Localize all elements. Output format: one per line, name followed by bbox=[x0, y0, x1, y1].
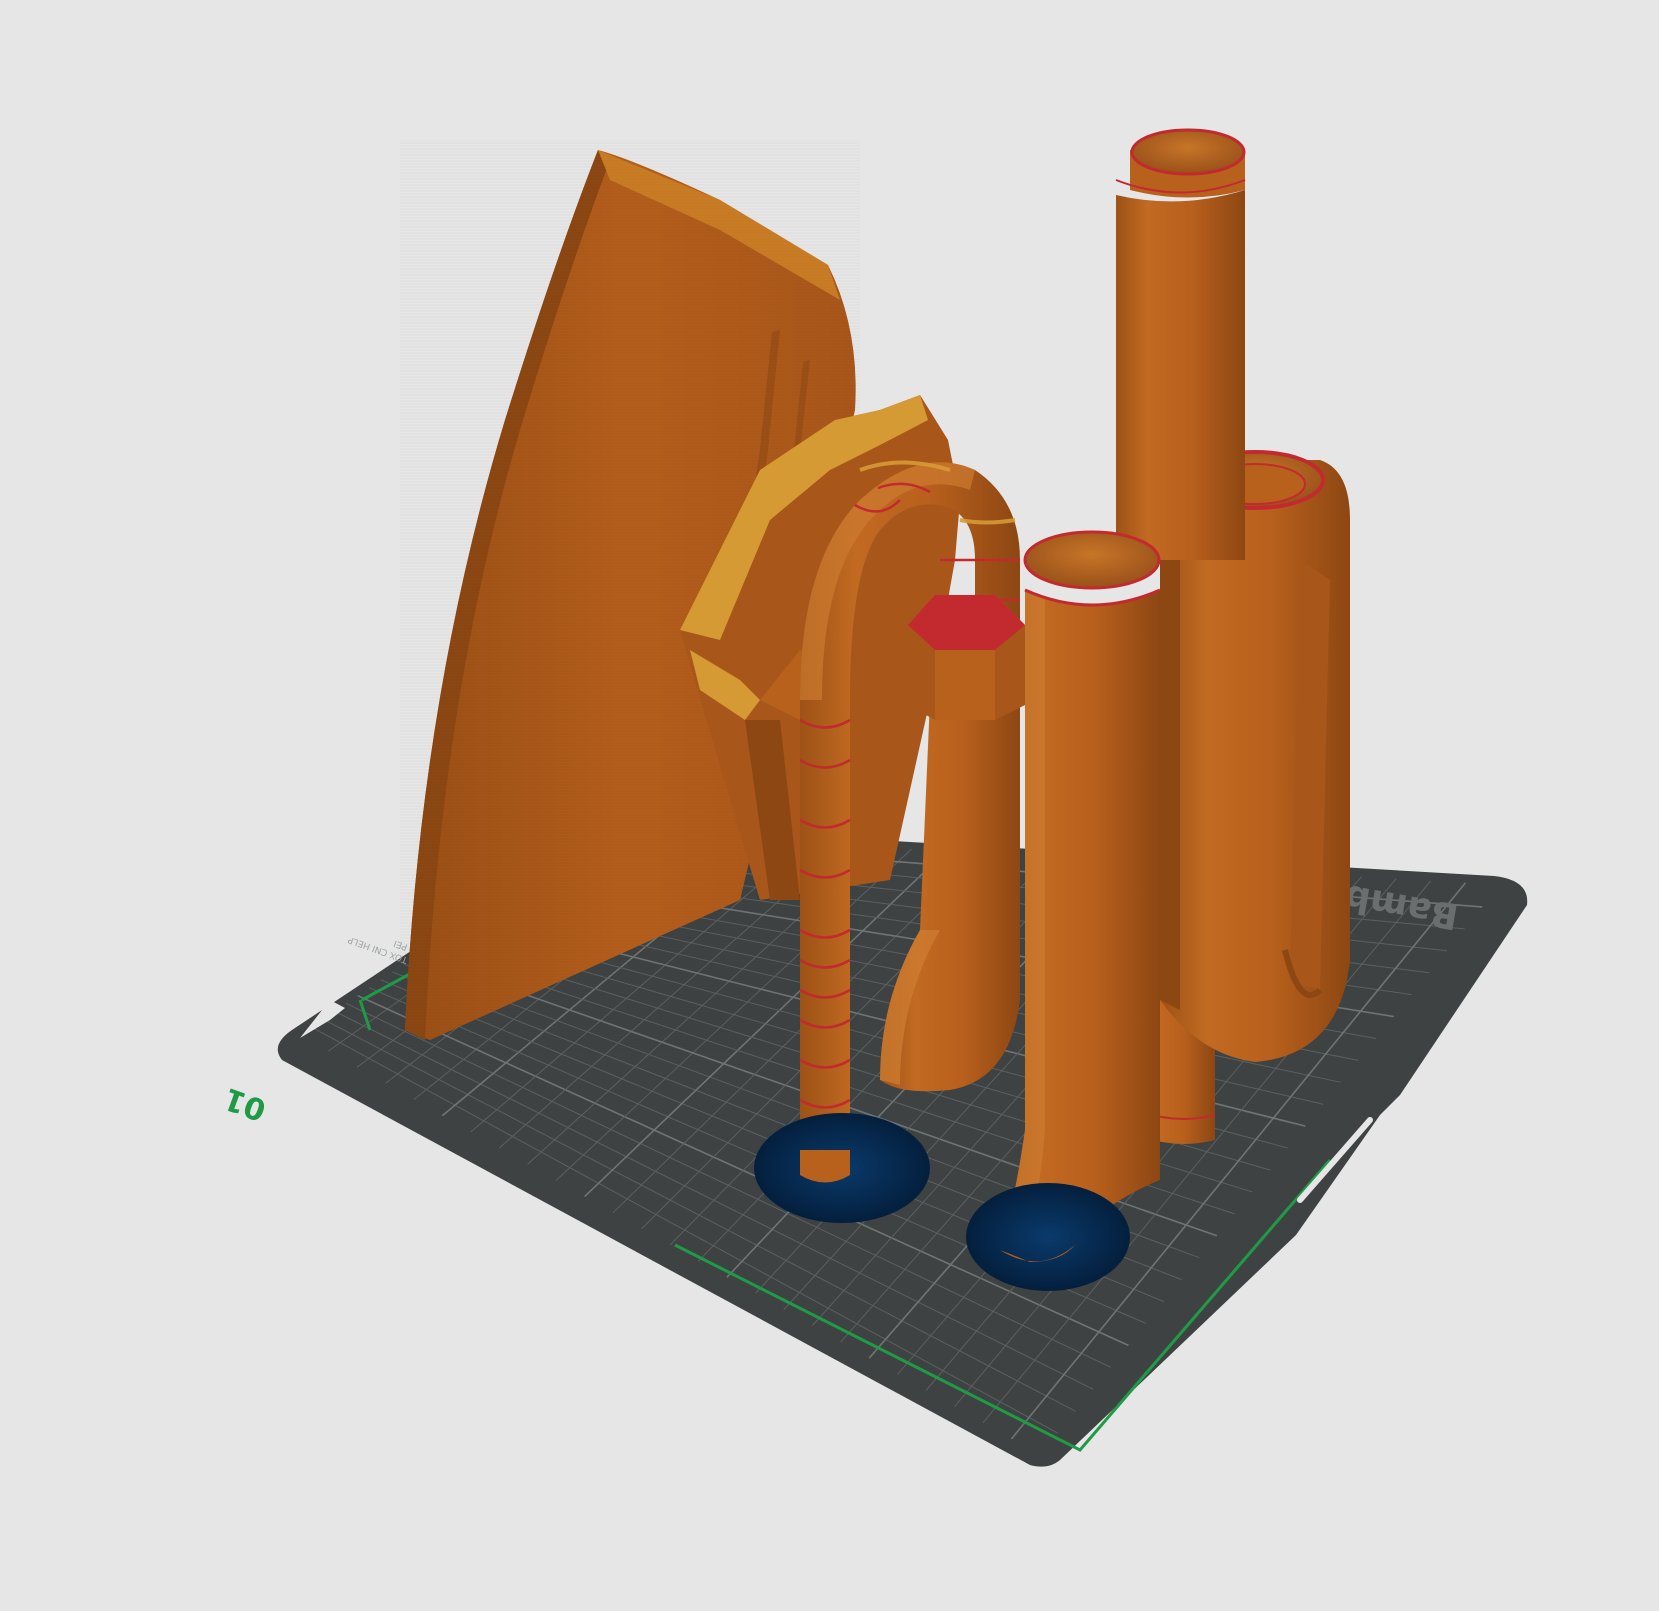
rear-tallest-tube[interactable] bbox=[1115, 128, 1246, 560]
plate-number: 01 bbox=[220, 1080, 271, 1127]
brim-left bbox=[754, 1113, 930, 1223]
scene-canvas[interactable]: 01 Bambu PEI TOX CNI HELP bbox=[0, 0, 1659, 1611]
brim-right bbox=[966, 1183, 1130, 1291]
3d-viewport[interactable]: 01 Bambu PEI TOX CNI HELP bbox=[0, 0, 1659, 1611]
